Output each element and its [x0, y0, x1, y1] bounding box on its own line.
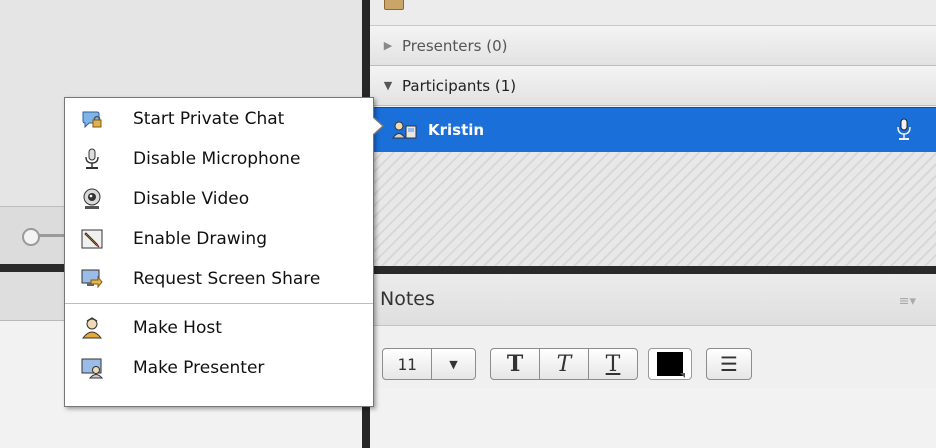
slider-handle[interactable] [22, 228, 40, 246]
presenters-label: Presenters (0) [402, 36, 508, 55]
participant-context-menu: Start Private Chat Disable Microphone Di… [64, 97, 384, 407]
participants-label: Participants (1) [402, 76, 517, 95]
italic-button[interactable]: T [540, 349, 589, 379]
menu-item-make-host[interactable]: Make Host [65, 309, 373, 347]
pencil-icon [81, 228, 103, 250]
text-color-button[interactable] [648, 348, 692, 380]
menu-item-disable-microphone[interactable]: Disable Microphone [65, 140, 373, 178]
font-size-select[interactable]: 11 ▼ [382, 348, 476, 380]
microphone-icon [81, 148, 103, 170]
menu-item-disable-video[interactable]: Disable Video [65, 180, 373, 218]
menu-label: Disable Microphone [133, 149, 301, 169]
color-swatch [657, 352, 685, 378]
menu-item-start-private-chat[interactable]: Start Private Chat [65, 100, 373, 138]
empty-list-area [370, 152, 936, 266]
host-user-icon [81, 317, 103, 339]
text-style-group: T T T [490, 348, 638, 380]
attendees-and-notes-pane: ▶ Presenters (0) ▼ Participants (1) Kris… [370, 0, 936, 448]
menu-label: Make Presenter [133, 358, 265, 378]
menu-separator [65, 303, 373, 304]
attendee-status-icon[interactable] [384, 0, 404, 10]
participant-name: Kristin [428, 121, 485, 139]
notes-toolbar: 11 ▼ T T T ☰ [370, 326, 936, 388]
pod-menu-icon[interactable]: ≡▾ [899, 294, 916, 309]
participant-row-kristin[interactable]: Kristin [370, 107, 936, 153]
presenter-icon [81, 357, 104, 379]
screen-share-icon [81, 268, 103, 290]
menu-label: Enable Drawing [133, 229, 267, 249]
expanded-triangle-icon: ▼ [383, 79, 393, 92]
menu-label: Start Private Chat [133, 109, 285, 129]
bold-button[interactable]: T [491, 349, 540, 379]
microphone-icon [896, 118, 912, 146]
menu-label: Make Host [133, 318, 222, 338]
presenters-section[interactable]: ▶ Presenters (0) [370, 26, 936, 66]
collapsed-triangle-icon: ▶ [383, 39, 393, 52]
pod-separator[interactable] [370, 266, 936, 274]
chevron-down-icon: ▼ [449, 357, 458, 371]
list-icon: ☰ [720, 352, 738, 376]
attendees-header-strip [370, 0, 936, 26]
notes-header: Notes ≡▾ [370, 274, 936, 326]
menu-label: Disable Video [133, 189, 250, 209]
menu-item-make-presenter[interactable]: Make Presenter [65, 349, 373, 387]
font-size-value: 11 [383, 349, 432, 379]
participants-section[interactable]: ▼ Participants (1) [370, 66, 936, 106]
webcam-icon [81, 188, 103, 210]
menu-label: Request Screen Share [133, 269, 321, 289]
user-icon [392, 120, 418, 140]
chat-bubble-lock-icon [81, 108, 103, 130]
menu-item-enable-drawing[interactable]: Enable Drawing [65, 220, 373, 258]
bullet-list-button[interactable]: ☰ [706, 348, 752, 380]
menu-item-request-screen-share[interactable]: Request Screen Share [65, 260, 373, 298]
notes-title: Notes [380, 288, 435, 310]
underline-button[interactable]: T [589, 349, 637, 379]
